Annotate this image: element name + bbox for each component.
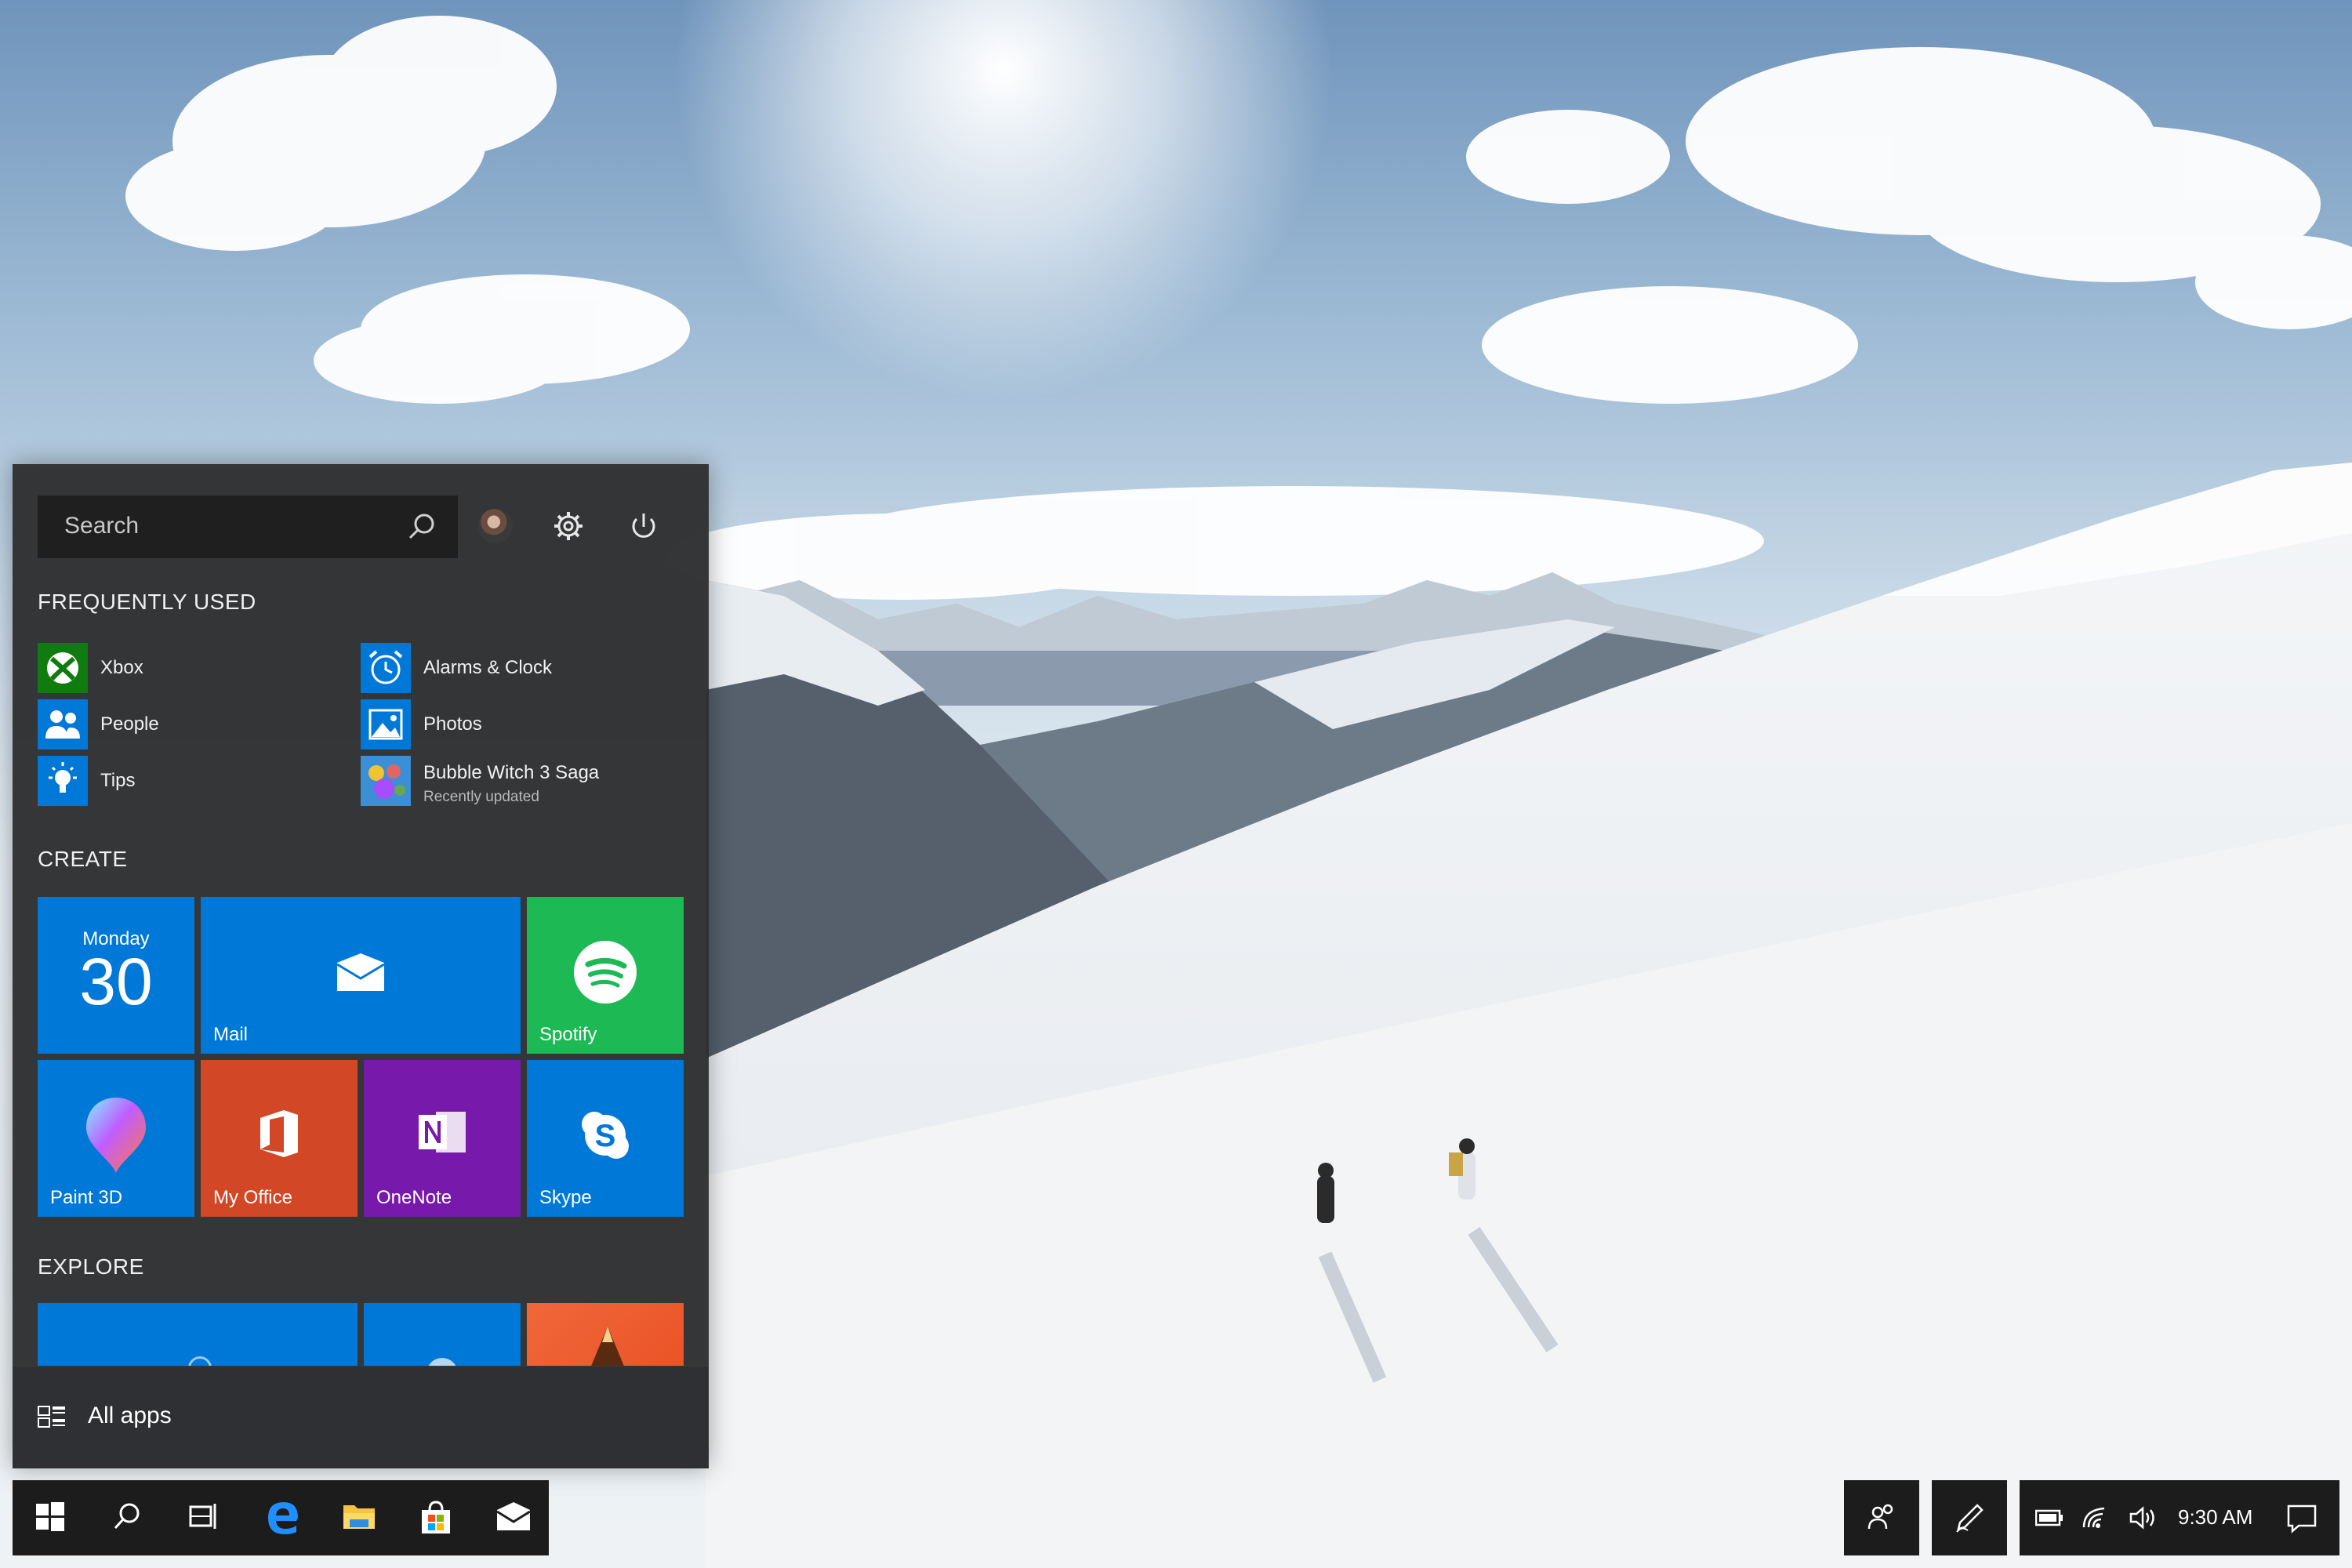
- app-label: Alarms & Clock: [423, 657, 553, 678]
- my-office-tile[interactable]: My Office: [201, 1060, 358, 1217]
- spotify-icon: [574, 941, 637, 1004]
- app-item-bubble-witch[interactable]: Bubble Witch 3 Saga Recently updated: [361, 756, 690, 806]
- paint3d-icon: [86, 1098, 146, 1173]
- all-apps-button[interactable]: All apps: [13, 1366, 709, 1468]
- app-label: Xbox: [100, 657, 143, 678]
- start-button[interactable]: [13, 1480, 89, 1555]
- edge-button[interactable]: [243, 1480, 320, 1555]
- skype-tile[interactable]: S Skype: [527, 1060, 684, 1217]
- office-icon: [260, 1110, 298, 1157]
- windows-start-icon: [36, 1502, 64, 1531]
- alarm-clock-icon: [361, 643, 411, 693]
- explore-tile-glyph: [188, 1356, 212, 1366]
- pen-workspace-button[interactable]: [1932, 1480, 2007, 1555]
- tile-label: Spotify: [539, 1024, 597, 1045]
- tile-label: Paint 3D: [50, 1187, 123, 1208]
- calendar-tile[interactable]: Monday 30: [38, 897, 194, 1054]
- people-icon: [1867, 1504, 1893, 1530]
- app-sublabel: Recently updated: [423, 789, 539, 805]
- app-label: Tips: [100, 770, 136, 791]
- start-menu: Search FREQUENTLY USED Xbox People Tips …: [13, 464, 709, 1468]
- explore-tiles-row: [38, 1303, 696, 1366]
- people-icon: [38, 699, 88, 750]
- gear-icon[interactable]: [552, 510, 585, 543]
- mail-button[interactable]: [474, 1480, 550, 1555]
- app-item-tips[interactable]: Tips: [38, 756, 336, 806]
- app-item-xbox[interactable]: Xbox: [38, 643, 336, 693]
- store-icon: [422, 1501, 450, 1534]
- file-explorer-icon: [343, 1505, 375, 1529]
- mail-icon: [496, 1502, 531, 1530]
- explore-tile[interactable]: [364, 1303, 521, 1366]
- app-item-people[interactable]: People: [38, 699, 336, 750]
- tile-label: OneNote: [376, 1187, 452, 1208]
- wifi-icon[interactable]: [2081, 1505, 2109, 1530]
- app-item-photos[interactable]: Photos: [361, 699, 690, 750]
- app-label: Bubble Witch 3 Saga: [423, 762, 600, 783]
- pen-workspace-icon: [1956, 1504, 1984, 1533]
- power-icon[interactable]: [627, 510, 660, 543]
- action-center-icon[interactable]: [2286, 1504, 2318, 1534]
- app-label: Photos: [423, 713, 482, 735]
- photos-icon: [361, 699, 411, 750]
- search-placeholder: Search: [64, 513, 140, 539]
- all-apps-label: All apps: [88, 1403, 172, 1428]
- clock[interactable]: 9:30 AM: [2178, 1505, 2252, 1530]
- spotify-tile[interactable]: Spotify: [527, 897, 684, 1054]
- battery-icon[interactable]: [2035, 1508, 2063, 1527]
- section-title-frequently-used: FREQUENTLY USED: [38, 590, 256, 614]
- explore-tile[interactable]: [38, 1303, 358, 1366]
- user-avatar[interactable]: [478, 509, 513, 543]
- volume-icon[interactable]: [2129, 1505, 2158, 1530]
- start-search-box[interactable]: Search: [38, 495, 458, 558]
- edge-icon: [268, 1502, 298, 1534]
- bubble-witch-icon: [361, 756, 411, 806]
- people-tray-button[interactable]: [1844, 1480, 1919, 1555]
- mail-tile[interactable]: Mail: [201, 897, 521, 1054]
- calendar-date: 30: [79, 945, 153, 1018]
- tile-label: My Office: [213, 1187, 292, 1208]
- file-explorer-button[interactable]: [320, 1480, 397, 1555]
- taskbar-search-button[interactable]: [89, 1480, 166, 1555]
- system-tray: 9:30 AM: [2020, 1480, 2339, 1555]
- app-label: People: [100, 713, 159, 735]
- svg-text:S: S: [595, 1119, 616, 1153]
- explore-tile[interactable]: [527, 1303, 684, 1366]
- search-icon: [408, 514, 434, 539]
- onenote-icon: [419, 1112, 466, 1152]
- onenote-tile[interactable]: OneNote: [364, 1060, 521, 1217]
- all-apps-icon: [38, 1406, 65, 1428]
- section-title-explore: EXPLORE: [38, 1254, 144, 1279]
- xbox-icon: [38, 643, 88, 693]
- app-item-alarms-clock[interactable]: Alarms & Clock: [361, 643, 690, 693]
- tile-label: Skype: [539, 1187, 592, 1208]
- task-view-icon: [189, 1504, 216, 1529]
- paint3d-tile[interactable]: Paint 3D: [38, 1060, 194, 1217]
- lightbulb-icon: [38, 756, 88, 806]
- mail-icon: [336, 953, 385, 991]
- tile-label: Mail: [213, 1024, 249, 1045]
- store-button[interactable]: [397, 1480, 474, 1555]
- section-title-create: CREATE: [38, 847, 128, 871]
- search-icon: [114, 1503, 140, 1530]
- explore-tile-glyph: [426, 1358, 458, 1366]
- explore-tile-glyph: [591, 1327, 624, 1366]
- skype-icon: S: [582, 1112, 629, 1159]
- taskbar: [13, 1480, 549, 1555]
- task-view-button[interactable]: [166, 1480, 243, 1555]
